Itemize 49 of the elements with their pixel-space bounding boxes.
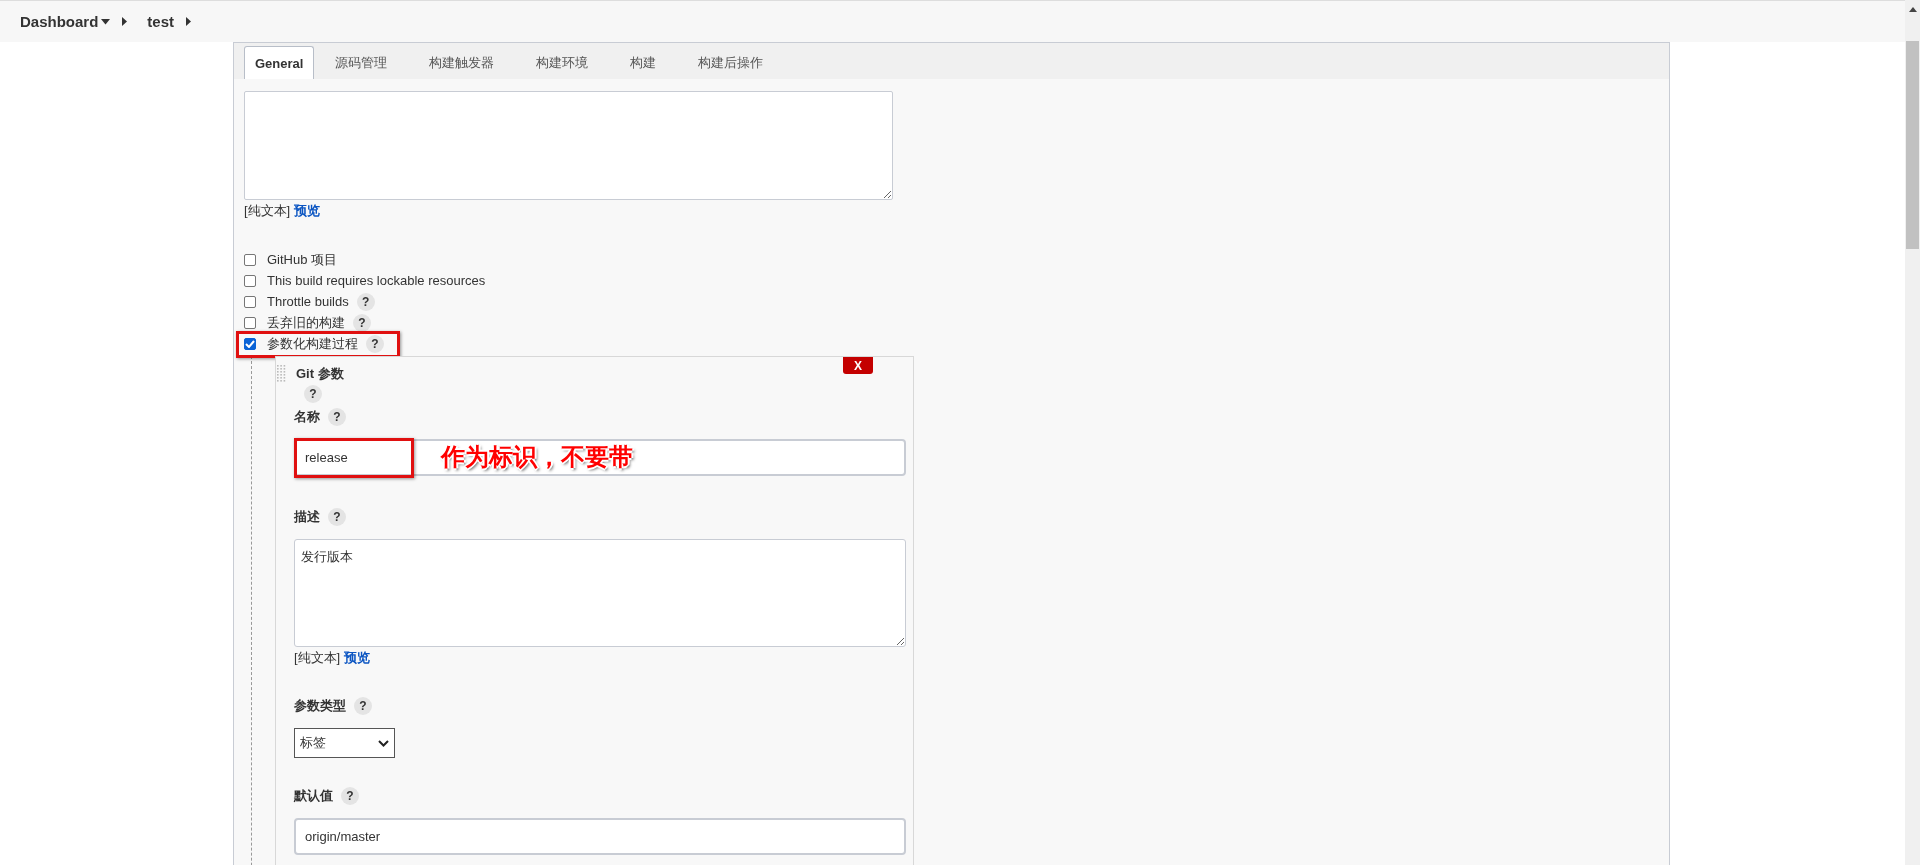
tab[interactable]: 构建触发器 (408, 46, 516, 79)
breadcrumb-link[interactable]: Dashboard (20, 13, 99, 30)
annotation-text: 作为标识，不要带 (441, 442, 633, 472)
help-icon[interactable]: ? (341, 787, 359, 805)
help-icon[interactable]: ? (354, 697, 372, 715)
description-field[interactable] (244, 91, 893, 200)
tab[interactable]: 构建 (609, 46, 678, 79)
scrollbar[interactable] (1905, 0, 1920, 865)
checkbox[interactable] (244, 295, 256, 308)
format-label: [纯文本] (294, 650, 341, 665)
help-icon[interactable]: ? (353, 313, 371, 332)
help-icon[interactable]: ? (328, 508, 346, 526)
caret-icon[interactable] (101, 18, 111, 25)
checkbox[interactable] (244, 274, 256, 287)
chevron-down-icon (378, 739, 389, 747)
parameter-title: Git 参数 (296, 365, 344, 383)
scrollbar-thumb[interactable] (1906, 41, 1919, 249)
remove-button[interactable]: X (843, 357, 873, 374)
chevron-right-icon[interactable] (186, 17, 192, 26)
help-icon[interactable]: ? (366, 334, 384, 353)
text-input[interactable]: origin/master (294, 818, 906, 855)
field-label: 参数类型 (294, 697, 346, 715)
option-label: Throttle builds (267, 294, 349, 309)
field-label: 名称 (294, 408, 320, 426)
option-label: 丢弃旧的构建 (267, 313, 345, 332)
description-field[interactable]: 发行版本 (294, 539, 906, 647)
checkbox[interactable] (244, 316, 256, 329)
breadcrumb-link[interactable]: test (147, 13, 175, 30)
tab[interactable]: General (244, 46, 315, 79)
preview-link[interactable]: 预览 (344, 650, 371, 665)
preview-link[interactable]: 预览 (294, 203, 321, 218)
chevron-right-icon[interactable] (122, 17, 128, 26)
format-label: [纯文本] (244, 203, 291, 218)
field-label: 默认值 (294, 787, 333, 805)
option-label: GitHub 项目 (267, 250, 338, 269)
tab[interactable]: 构建后操作 (677, 46, 785, 79)
checkbox[interactable] (244, 253, 256, 266)
option-label: 参数化构建过程 (267, 334, 358, 353)
type-dropdown[interactable]: 标签 (294, 728, 395, 758)
field-label: 描述 (294, 508, 320, 526)
help-icon[interactable]: ? (328, 408, 346, 426)
drag-handle-icon[interactable] (277, 365, 287, 383)
option-label: This build requires lockable resources (267, 273, 486, 288)
tab[interactable]: 源码管理 (314, 46, 409, 79)
help-icon[interactable]: ? (356, 292, 375, 311)
checkbox[interactable] (244, 337, 256, 350)
help-icon[interactable]: ? (304, 385, 322, 403)
tab[interactable]: 构建环境 (515, 46, 610, 79)
scroll-up-icon[interactable] (1908, 7, 1917, 12)
